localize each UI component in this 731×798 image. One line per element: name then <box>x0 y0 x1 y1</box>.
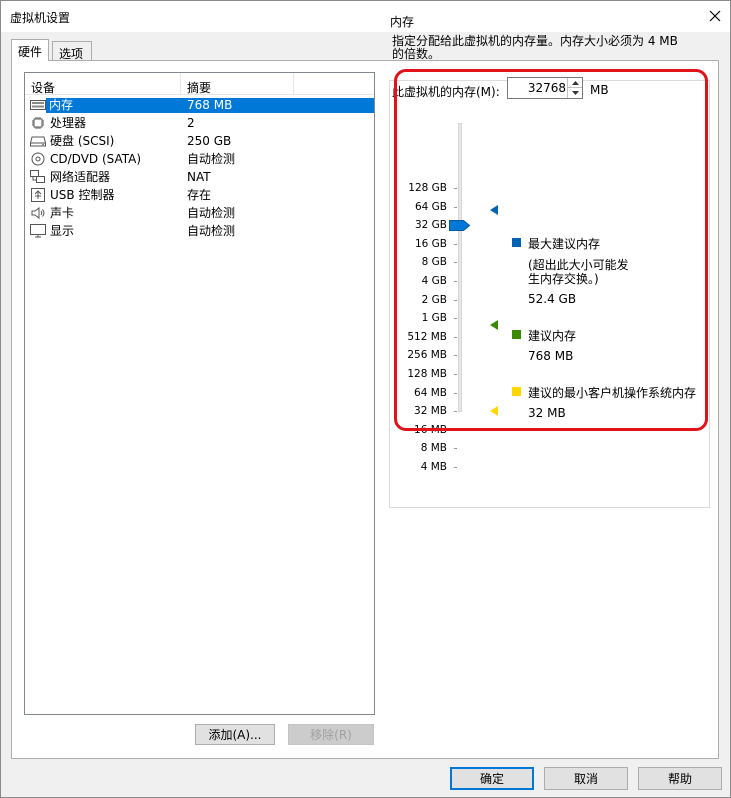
list-header: 设备 摘要 <box>25 73 374 95</box>
memory-icon <box>30 98 46 112</box>
cd-dvd-icon <box>30 152 46 166</box>
device-row-display[interactable]: 显示 自动检测 <box>25 222 374 240</box>
column-device[interactable]: 设备 <box>31 79 55 96</box>
device-name: 网络适配器 <box>50 170 111 184</box>
device-row-hard-disk[interactable]: 硬盘 (SCSI) 250 GB <box>25 132 374 150</box>
device-name: 内存 <box>46 98 77 113</box>
tab-hardware[interactable]: 硬件 <box>11 39 49 61</box>
hard-disk-icon <box>30 134 46 148</box>
device-name: 显示 <box>50 224 75 238</box>
slider-tick-label: 4 MB <box>420 461 447 473</box>
memory-group-title: 内存 <box>387 13 418 30</box>
device-row-memory[interactable]: 内存 768 MB <box>25 96 374 114</box>
dialog-footer: 确定 取消 帮助 <box>1 759 730 797</box>
device-name: 声卡 <box>50 206 75 220</box>
cancel-button[interactable]: 取消 <box>544 767 628 790</box>
device-name: CD/DVD (SATA) <box>50 152 142 166</box>
ok-button[interactable]: 确定 <box>450 767 534 790</box>
device-summary: NAT <box>187 170 211 184</box>
device-summary: 2 <box>187 116 195 130</box>
remove-device-button[interactable]: 移除(R) <box>288 724 374 745</box>
device-name: 硬盘 (SCSI) <box>50 134 115 148</box>
network-adapter-icon <box>30 170 46 184</box>
device-row-sound-card[interactable]: 声卡 自动检测 <box>25 204 374 222</box>
device-summary: 自动检测 <box>187 224 236 238</box>
slider-tick <box>454 467 457 468</box>
display-icon <box>30 224 46 238</box>
title-bar: 虚拟机设置 <box>1 1 730 32</box>
slider-tick <box>454 448 457 450</box>
device-row-usb-controller[interactable]: USB 控制器 存在 <box>25 186 374 204</box>
memory-highlight-box <box>394 69 708 431</box>
sound-card-icon <box>30 206 46 220</box>
close-button[interactable] <box>700 1 730 31</box>
tab-options[interactable]: 选项 <box>52 41 92 61</box>
device-summary: 250 GB <box>187 134 232 148</box>
memory-description: 指定分配给此虚拟机的内存量。内存大小必须为 4 MB 的倍数。 <box>392 34 678 61</box>
add-device-button[interactable]: 添加(A)... <box>195 724 275 745</box>
help-button[interactable]: 帮助 <box>638 767 722 790</box>
column-separator[interactable] <box>180 73 181 95</box>
device-list: 设备 摘要 内存 768 MB 处理器 2 硬盘 (SCSI) 250 GB C… <box>24 72 375 715</box>
slider-tick-label: 8 MB <box>420 442 447 455</box>
vm-settings-window: 虚拟机设置 硬件 选项 设备 摘要 内存 768 MB 处理器 2 硬盘 (SC… <box>0 0 731 798</box>
device-name: USB 控制器 <box>50 188 115 202</box>
device-row-network-adapter[interactable]: 网络适配器 NAT <box>25 168 374 186</box>
close-icon <box>709 10 721 22</box>
device-summary: 自动检测 <box>187 206 236 220</box>
column-summary[interactable]: 摘要 <box>187 79 211 96</box>
device-summary: 自动检测 <box>187 152 236 166</box>
device-row-processor[interactable]: 处理器 2 <box>25 114 374 132</box>
usb-controller-icon <box>30 188 46 202</box>
device-summary: 768 MB <box>180 98 374 113</box>
processor-icon <box>30 116 46 130</box>
device-row-cd-dvd[interactable]: CD/DVD (SATA) 自动检测 <box>25 150 374 168</box>
column-separator[interactable] <box>293 73 294 95</box>
device-summary: 存在 <box>187 188 212 202</box>
device-name: 处理器 <box>50 116 87 130</box>
window-title: 虚拟机设置 <box>10 11 71 25</box>
